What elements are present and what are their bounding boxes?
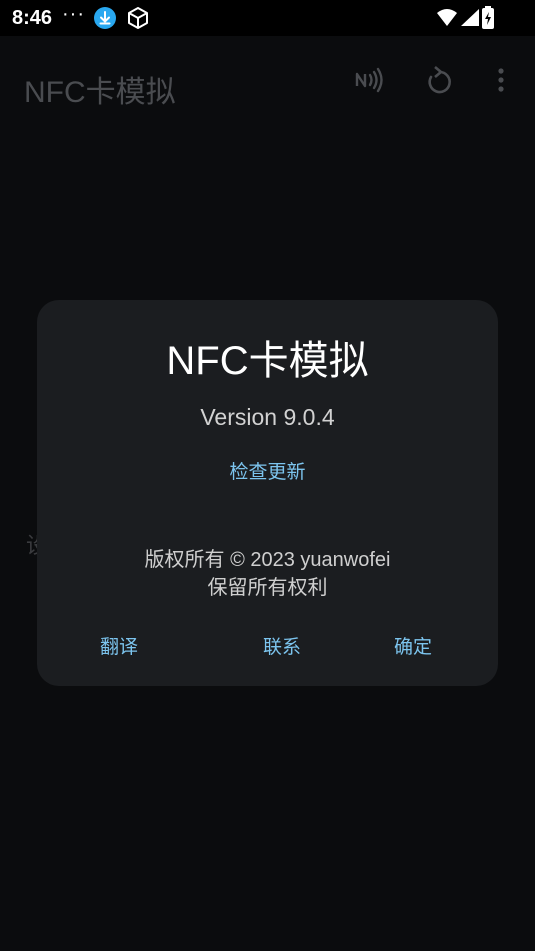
contact-button[interactable]: 联系 xyxy=(263,632,301,659)
check-update-link[interactable]: 检查更新 xyxy=(37,457,498,484)
status-bar: 8:46 ··· xyxy=(0,0,535,36)
status-time: 8:46 xyxy=(12,7,53,29)
download-icon xyxy=(94,7,116,29)
copyright-line-1: 版权所有 © 2023 yuanwofei xyxy=(144,549,391,571)
copyright-text: 版权所有 © 2023 yuanwofei 保留所有权利 xyxy=(37,546,498,602)
battery-icon xyxy=(481,6,495,35)
overflow-menu-icon[interactable] xyxy=(494,66,508,101)
app-bar: NFC卡模拟 xyxy=(0,36,535,132)
signal-icons xyxy=(435,7,483,34)
package-icon xyxy=(126,6,150,35)
nfc-icon[interactable] xyxy=(354,66,384,101)
more-notifications-icon: ··· xyxy=(62,3,85,25)
app-title: NFC卡模拟 xyxy=(24,76,176,109)
about-dialog: NFC卡模拟 Version 9.0.4 检查更新 版权所有 © 2023 yu… xyxy=(37,300,498,686)
refresh-icon[interactable] xyxy=(426,66,454,101)
version-text: Version 9.0.4 xyxy=(200,404,335,430)
translate-button[interactable]: 翻译 xyxy=(100,632,138,659)
ok-button[interactable]: 确定 xyxy=(394,632,432,659)
dialog-title: NFC卡模拟 xyxy=(166,339,369,383)
copyright-line-2: 保留所有权利 xyxy=(207,577,328,599)
